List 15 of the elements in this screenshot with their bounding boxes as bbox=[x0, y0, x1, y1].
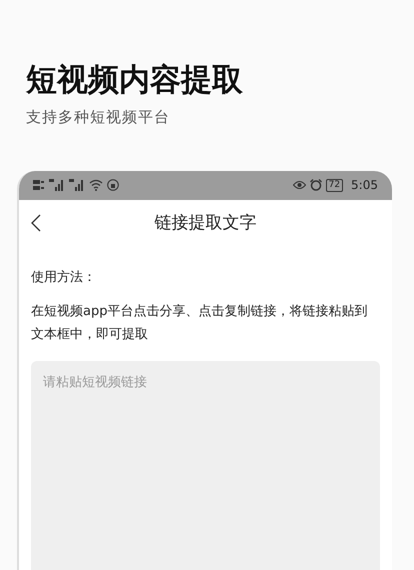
battery-level: 72 bbox=[326, 178, 344, 192]
sim-icon bbox=[33, 179, 45, 192]
page-title: 短视频内容提取 bbox=[26, 61, 244, 100]
eye-icon bbox=[292, 180, 306, 190]
usage-instructions: 在短视频app平台点击分享、点击复制链接，将链接粘贴到文本框中，即可提取 bbox=[31, 303, 368, 344]
back-icon[interactable] bbox=[31, 214, 41, 232]
link-input-field[interactable]: 请粘贴短视频链接 bbox=[31, 360, 380, 570]
status-time: 5:05 bbox=[351, 177, 378, 194]
signal-icon bbox=[69, 179, 85, 192]
signal-icon bbox=[49, 179, 65, 192]
screen-title: 链接提取文字 bbox=[154, 212, 256, 236]
wifi-icon bbox=[89, 179, 103, 192]
alarm-icon bbox=[310, 179, 322, 192]
usage-label: 使用方法： bbox=[31, 268, 97, 287]
page-subtitle: 支持多种短视频平台 bbox=[26, 107, 171, 128]
